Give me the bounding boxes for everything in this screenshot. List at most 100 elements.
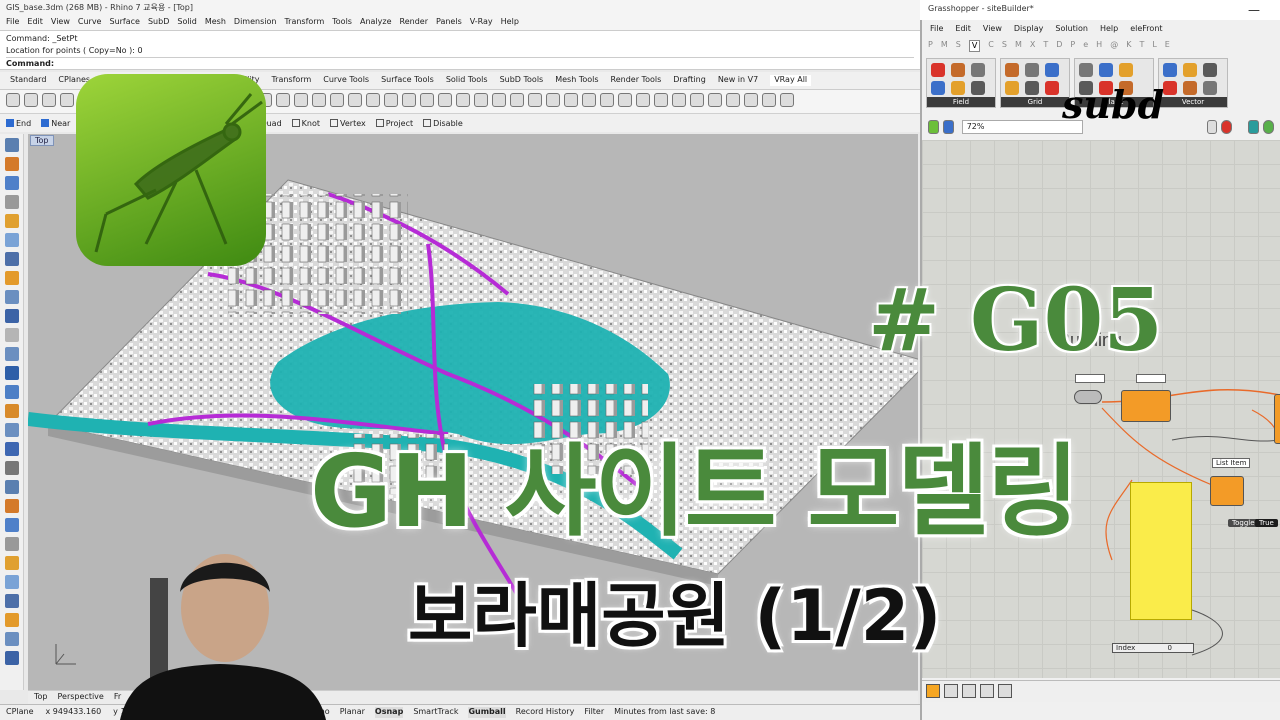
toolbar-tab[interactable]: SubD Tools [500,75,544,86]
gh-menu-item[interactable]: View [983,24,1002,36]
toolbar-icon[interactable] [510,93,524,107]
save-file-icon[interactable] [942,120,954,134]
rhino-command-area[interactable]: Command: _SetPt Location for points ( Co… [0,30,920,70]
toolbar-icon[interactable] [438,93,452,107]
toolbar-icon[interactable] [618,93,632,107]
menu-item[interactable]: Help [501,17,519,29]
checkbox-icon[interactable] [41,119,50,127]
menu-item[interactable]: Mesh [205,17,226,29]
preview-icon[interactable] [1206,120,1218,134]
tool-icon[interactable] [5,309,19,323]
bake-icon[interactable] [1248,120,1260,134]
component-icon[interactable] [1025,63,1039,77]
toolbar-icon[interactable] [42,93,56,107]
toolbar-icon[interactable] [564,93,578,107]
osnap-end[interactable]: End [6,119,31,128]
menu-item[interactable]: Dimension [234,17,277,29]
menu-item[interactable]: Surface [109,17,139,29]
status-osnap[interactable]: Osnap [374,707,404,718]
tool-icon[interactable] [5,480,19,494]
gh-menu-item[interactable]: Solution [1055,24,1088,36]
tool-icon[interactable] [5,328,19,342]
viewport-tab[interactable]: Perspective [58,692,104,703]
component-icon[interactable] [971,63,985,77]
component-icon[interactable] [951,63,965,77]
toolbar-icon[interactable] [312,93,326,107]
toolbar-tab[interactable]: Curve Tools [323,75,369,86]
toolbar-icon[interactable] [294,93,308,107]
checkbox-icon[interactable] [375,119,384,127]
tool-icon[interactable] [5,176,19,190]
toolbar-icon[interactable] [726,93,740,107]
toolbar-icon[interactable] [384,93,398,107]
toolbar-icon[interactable] [600,93,614,107]
component-icon[interactable] [951,81,965,95]
menu-item[interactable]: Solid [177,17,197,29]
component-icon[interactable] [1183,63,1197,77]
component-icon[interactable] [1203,81,1217,95]
minimize-icon[interactable]: — [1248,3,1260,17]
tool-icon[interactable] [5,537,19,551]
menu-item[interactable]: Transform [284,17,324,29]
menu-item[interactable]: Curve [78,17,102,29]
toolbar-icon[interactable] [980,684,994,698]
toolbar-icon[interactable] [420,93,434,107]
tool-icon[interactable] [5,366,19,380]
status-filter[interactable]: Filter [584,707,604,718]
toolbar-icon[interactable] [744,93,758,107]
component-icon[interactable] [1045,81,1059,95]
component-icon[interactable] [1163,63,1177,77]
tool-icon[interactable] [5,347,19,361]
menu-item[interactable]: File [6,17,19,29]
tool-icon[interactable] [5,271,19,285]
menu-item[interactable]: V-Ray [470,17,493,29]
gh-category-tab[interactable]: V [968,40,981,52]
gh-category-tab[interactable]: L [1152,40,1156,52]
toolbar-icon[interactable] [348,93,362,107]
toolbar-icon[interactable] [762,93,776,107]
checkbox-icon[interactable] [291,119,300,127]
menu-item[interactable]: Panels [436,17,462,29]
osnap-project[interactable]: Project [375,119,413,128]
toolbar-icon[interactable] [456,93,470,107]
gh-category-tab[interactable]: P [1070,40,1075,52]
gh-menu-item[interactable]: Help [1100,24,1118,36]
tool-icon[interactable] [5,499,19,513]
gh-category-tab[interactable]: @ [1110,40,1118,52]
menu-item[interactable]: SubD [148,17,169,29]
gh-menu-item[interactable]: File [930,24,943,36]
toolbar-icon[interactable] [24,93,38,107]
gh-component-orange[interactable] [1210,476,1244,506]
gh-menu-item[interactable]: eleFront [1130,24,1162,36]
toolbar-icon[interactable] [708,93,722,107]
toolbar-tab[interactable]: Transform [271,75,311,86]
toolbar-icon[interactable] [636,93,650,107]
component-icon[interactable] [931,81,945,95]
component-icon[interactable] [1203,63,1217,77]
toolbar-icon[interactable] [60,93,74,107]
toolbar-icon[interactable] [492,93,506,107]
status-minutes-from-last-save-8[interactable]: Minutes from last save: 8 [614,707,715,718]
open-file-icon[interactable] [928,120,939,134]
toolbar-tab[interactable]: VRay All [770,75,812,86]
status-record-history[interactable]: Record History [516,707,575,718]
gh-category-tab[interactable]: S [956,40,961,52]
component-icon[interactable] [1079,63,1093,77]
toolbar-icon[interactable] [528,93,542,107]
gh-category-tab[interactable]: S [1002,40,1007,52]
tool-icon[interactable] [5,404,19,418]
component-icon[interactable] [971,81,985,95]
component-icon[interactable] [1045,63,1059,77]
status-smarttrack[interactable]: SmartTrack [413,707,458,718]
component-icon[interactable] [1025,81,1039,95]
toolbar-tab[interactable]: Standard [10,75,46,86]
menu-item[interactable]: Render [400,17,428,29]
gh-menu-item[interactable]: Display [1014,24,1044,36]
toolbar-icon[interactable] [672,93,686,107]
toolbar-icon[interactable] [654,93,668,107]
toggle-label[interactable]: Toggle [1228,519,1259,527]
checkbox-icon[interactable] [6,119,14,127]
grasshopper-canvas[interactable] [922,140,1280,678]
toolbar-icon[interactable] [6,93,20,107]
toolbar-tab[interactable]: Surface Tools [381,75,434,86]
